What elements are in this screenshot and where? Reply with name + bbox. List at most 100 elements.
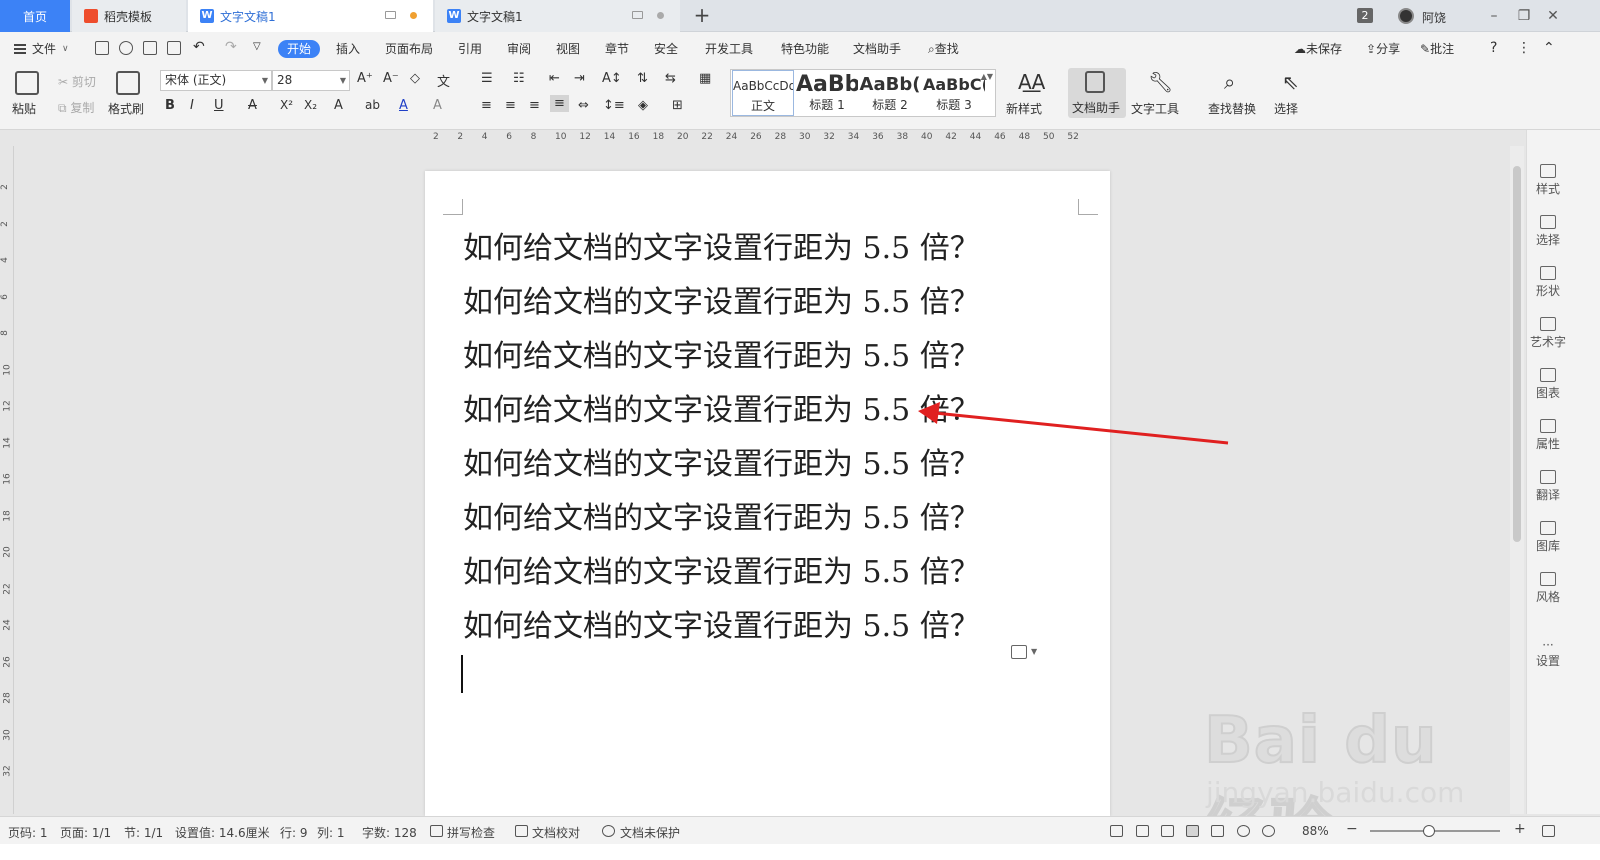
magnifier-icon[interactable]: ⌕ bbox=[1224, 70, 1235, 94]
tab-start[interactable]: 开始 bbox=[278, 40, 321, 58]
help-button[interactable]: ? bbox=[1490, 40, 1497, 56]
wrench-icon[interactable]: 🔧︎ bbox=[1148, 70, 1173, 94]
eye-protection-icon[interactable] bbox=[1262, 825, 1275, 837]
underline-button[interactable]: U bbox=[214, 98, 224, 113]
zoom-in-button[interactable]: + bbox=[1514, 821, 1526, 837]
copy-button[interactable]: ⧉ 复制 bbox=[58, 99, 94, 116]
subscript-button[interactable]: X₂ bbox=[304, 98, 317, 112]
status-row[interactable]: 行: 9 bbox=[280, 824, 308, 841]
zoom-slider[interactable] bbox=[1370, 825, 1500, 837]
phonetic-icon[interactable]: 文 bbox=[437, 71, 450, 90]
shrink-font-icon[interactable]: A⁻ bbox=[383, 71, 399, 86]
line-spacing-icon[interactable]: ↕≡ bbox=[603, 98, 625, 113]
status-section[interactable]: 节: 1/1 bbox=[124, 824, 163, 841]
tab-document-active[interactable]: W 文字文稿1 bbox=[188, 0, 433, 32]
window-count-badge[interactable]: 2 bbox=[1357, 8, 1373, 23]
new-style-icon[interactable]: A͟A bbox=[1018, 70, 1045, 94]
decrease-indent-icon[interactable]: ⇤ bbox=[549, 71, 560, 86]
status-col[interactable]: 列: 1 bbox=[317, 824, 345, 841]
tab-document-2[interactable]: W 文字文稿1 bbox=[435, 0, 680, 32]
style-normal[interactable]: AaBbCcDd 正文 bbox=[732, 70, 794, 116]
file-menu[interactable]: 文件 ∨ bbox=[14, 40, 69, 57]
document-line[interactable]: 如何给文档的文字设置行距为 5.5 倍？ bbox=[463, 223, 980, 267]
sidebar-item-wordart[interactable]: 艺术字 bbox=[1527, 317, 1569, 350]
unsaved-status[interactable]: ☁未保存 bbox=[1294, 40, 1342, 57]
paste-icon[interactable] bbox=[15, 71, 39, 95]
doc-protection-status[interactable]: 文档未保护 bbox=[620, 824, 680, 841]
increase-indent-icon[interactable]: ⇥ bbox=[574, 71, 585, 86]
export-icon[interactable] bbox=[119, 41, 133, 55]
fit-page-icon[interactable] bbox=[1542, 825, 1555, 837]
char-border-button[interactable]: A bbox=[433, 98, 442, 113]
collapse-ribbon-button[interactable]: ⌃ bbox=[1543, 40, 1555, 56]
web-view-icon[interactable] bbox=[1237, 825, 1250, 837]
write-mode-icon[interactable] bbox=[1161, 825, 1174, 837]
document-line[interactable]: 如何给文档的文字设置行距为 5.5 倍？ bbox=[463, 601, 980, 645]
print-preview-icon[interactable] bbox=[167, 41, 181, 55]
bold-button[interactable]: B bbox=[165, 98, 175, 113]
minimize-button[interactable]: – bbox=[1484, 6, 1504, 26]
zoom-out-button[interactable]: − bbox=[1346, 821, 1358, 837]
share-button[interactable]: ⇪分享 bbox=[1366, 40, 1400, 57]
zoom-level[interactable]: 88% bbox=[1302, 824, 1329, 838]
distributed-icon[interactable]: ⇔ bbox=[578, 98, 589, 113]
document-line[interactable]: 如何给文档的文字设置行距为 5.5 倍？ bbox=[463, 277, 980, 321]
zoom-slider-knob[interactable] bbox=[1422, 825, 1435, 837]
close-button[interactable]: ✕ bbox=[1543, 6, 1563, 26]
new-tab-button[interactable]: + bbox=[690, 4, 714, 28]
tab-template[interactable]: 稻壳模板 bbox=[72, 0, 186, 32]
style-heading-2[interactable]: AaBb( 标题 2 bbox=[859, 70, 921, 116]
status-setting[interactable]: 设置值: 14.6厘米 bbox=[175, 824, 270, 841]
page-view-icon[interactable] bbox=[1186, 825, 1199, 837]
tab-chapter[interactable]: 章节 bbox=[605, 40, 629, 58]
document-line[interactable]: 如何给文档的文字设置行距为 5.5 倍？ bbox=[463, 493, 980, 537]
align-right-icon[interactable]: ≡ bbox=[529, 98, 540, 113]
sidebar-item-chart[interactable]: 图表 bbox=[1527, 368, 1569, 401]
sidebar-item-shape[interactable]: 形状 bbox=[1527, 266, 1569, 299]
sidebar-item-translate[interactable]: 翻译 bbox=[1527, 470, 1569, 503]
format-painter-icon[interactable] bbox=[116, 71, 140, 95]
format-painter-label[interactable]: 格式刷 bbox=[108, 100, 144, 117]
style-heading-1[interactable]: AaBb 标题 1 bbox=[796, 70, 858, 116]
document-page[interactable]: 如何给文档的文字设置行距为 5.5 倍？ 如何给文档的文字设置行距为 5.5 倍… bbox=[425, 171, 1110, 816]
superscript-button[interactable]: X² bbox=[280, 98, 293, 112]
text-effect-button[interactable]: A bbox=[334, 98, 343, 113]
styles-scroll-icon[interactable]: ▲▼ bbox=[981, 72, 993, 81]
find-replace-button[interactable]: 查找替换 bbox=[1208, 100, 1256, 117]
undo-icon[interactable]: ↶ bbox=[193, 39, 205, 55]
paste-label[interactable]: 粘贴 bbox=[12, 100, 36, 117]
bullet-list-icon[interactable]: ☰ bbox=[481, 71, 493, 86]
sort-icon[interactable]: ⇅ bbox=[637, 71, 648, 86]
highlight-button[interactable]: ab bbox=[365, 98, 380, 112]
fullscreen-icon[interactable] bbox=[1110, 825, 1123, 837]
restore-button[interactable]: ❐ bbox=[1514, 6, 1534, 26]
tab-find[interactable]: ⌕查找 bbox=[928, 40, 959, 58]
clear-format-icon[interactable]: ◇ bbox=[410, 71, 420, 86]
new-style-button[interactable]: 新样式 bbox=[1006, 100, 1042, 117]
borders-icon[interactable]: ⊞ bbox=[672, 98, 683, 113]
tab-features[interactable]: 特色功能 bbox=[781, 40, 829, 58]
tab-home[interactable]: 首页 bbox=[0, 0, 70, 32]
user-avatar[interactable] bbox=[1398, 8, 1414, 24]
font-size-select[interactable]: 28 ▼ bbox=[272, 70, 350, 91]
tab-view[interactable]: 视图 bbox=[556, 40, 580, 58]
read-mode-icon[interactable] bbox=[1136, 825, 1149, 837]
sidebar-item-select[interactable]: 选择 bbox=[1527, 215, 1569, 248]
font-color-button[interactable]: A bbox=[399, 98, 408, 113]
show-marks-icon[interactable]: ⇆ bbox=[665, 71, 676, 86]
customize-chevron-icon[interactable]: ▽ bbox=[253, 41, 261, 52]
tab-references[interactable]: 引用 bbox=[458, 40, 482, 58]
document-line[interactable]: 如何给文档的文字设置行距为 5.5 倍？ bbox=[463, 439, 980, 483]
monitor-icon[interactable] bbox=[632, 11, 643, 19]
shading-icon[interactable]: ◈ bbox=[638, 98, 648, 113]
text-direction-icon[interactable]: A↕ bbox=[602, 71, 622, 86]
tab-page-layout[interactable]: 页面布局 bbox=[385, 40, 433, 58]
tab-review[interactable]: 审阅 bbox=[507, 40, 531, 58]
scrollbar-thumb[interactable] bbox=[1513, 166, 1521, 542]
user-name[interactable]: 阿饶 bbox=[1422, 9, 1446, 26]
table-icon[interactable]: ▦ bbox=[699, 71, 711, 86]
sidebar-item-gallery[interactable]: 图库 bbox=[1527, 521, 1569, 554]
text-tools-button[interactable]: 文字工具 bbox=[1131, 100, 1179, 117]
tab-security[interactable]: 安全 bbox=[654, 40, 678, 58]
sidebar-item-settings[interactable]: ··· 设置 bbox=[1527, 638, 1569, 669]
